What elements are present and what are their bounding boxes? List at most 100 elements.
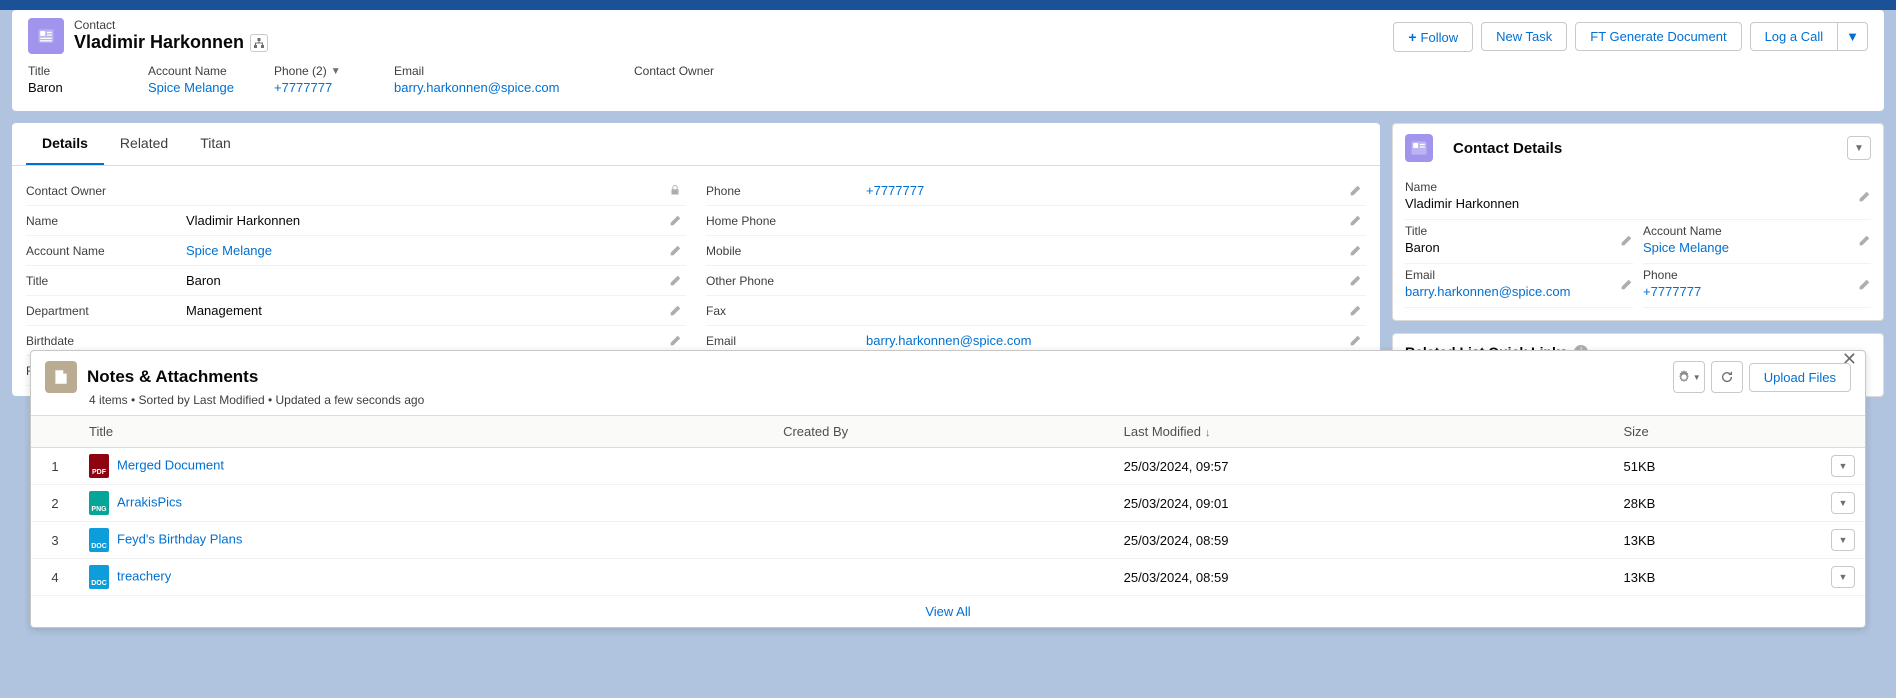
hf-email-link[interactable]: barry.harkonnen@spice.com: [394, 80, 594, 95]
row-created-by: [773, 559, 1114, 596]
hf-account-link[interactable]: Spice Melange: [148, 80, 234, 95]
hf-phone-label: Phone (2): [274, 64, 327, 78]
cd-account-label: Account Name: [1643, 224, 1871, 238]
cd-title-value: Baron: [1405, 240, 1633, 255]
lock-icon: [668, 184, 682, 198]
notes-attachments-title: Notes & Attachments: [87, 367, 258, 387]
hf-account-label: Account Name: [148, 64, 234, 78]
pencil-icon[interactable]: [668, 274, 682, 288]
log-a-call-button[interactable]: Log a Call: [1750, 22, 1839, 51]
row-last-modified: 25/03/2024, 08:59: [1114, 559, 1614, 596]
file-type-icon: PNG: [89, 491, 109, 515]
row-last-modified: 25/03/2024, 09:01: [1114, 485, 1614, 522]
view-all-link[interactable]: View All: [925, 604, 970, 619]
pencil-icon[interactable]: [1857, 190, 1871, 204]
d-account-link[interactable]: Spice Melange: [186, 243, 686, 258]
col-created-by[interactable]: Created By: [773, 416, 1114, 448]
panel-menu-button[interactable]: ▼: [1847, 136, 1871, 160]
table-row: 1PDFMerged Document25/03/2024, 09:5751KB…: [31, 448, 1865, 485]
tab-details[interactable]: Details: [26, 123, 104, 165]
pencil-icon[interactable]: [668, 214, 682, 228]
row-index: 1: [31, 448, 79, 485]
hf-email-label: Email: [394, 64, 594, 78]
upload-files-button[interactable]: Upload Files: [1749, 363, 1851, 392]
pencil-icon[interactable]: [1348, 334, 1362, 348]
file-title-link[interactable]: Merged Document: [117, 457, 224, 472]
new-task-button[interactable]: New Task: [1481, 22, 1567, 51]
pencil-icon[interactable]: [1348, 184, 1362, 198]
row-menu-button[interactable]: ▼: [1831, 529, 1855, 551]
sort-down-icon: ↓: [1205, 427, 1211, 439]
pencil-icon[interactable]: [1857, 234, 1871, 248]
row-menu-button[interactable]: ▼: [1831, 455, 1855, 477]
d-email-label: Email: [706, 334, 866, 348]
object-label: Contact: [74, 18, 268, 32]
pencil-icon[interactable]: [1619, 278, 1633, 292]
file-title-link[interactable]: treachery: [117, 568, 171, 583]
contact-details-title: Contact Details: [1453, 140, 1562, 157]
d-home-phone-label: Home Phone: [706, 214, 866, 228]
row-created-by: [773, 448, 1114, 485]
row-index: 4: [31, 559, 79, 596]
cd-email-link[interactable]: barry.harkonnen@spice.com: [1405, 284, 1570, 299]
row-size: 13KB: [1614, 559, 1822, 596]
pencil-icon[interactable]: [668, 244, 682, 258]
row-size: 51KB: [1614, 448, 1822, 485]
plus-icon: +: [1408, 29, 1416, 45]
file-title-link[interactable]: Feyd's Birthday Plans: [117, 531, 242, 546]
col-size[interactable]: Size: [1614, 416, 1822, 448]
pencil-icon[interactable]: [1348, 304, 1362, 318]
attachments-icon: [45, 361, 77, 393]
follow-button[interactable]: +Follow: [1393, 22, 1473, 52]
cd-name-label: Name: [1405, 180, 1871, 194]
row-index: 3: [31, 522, 79, 559]
row-menu-button[interactable]: ▼: [1831, 492, 1855, 514]
pencil-icon[interactable]: [1348, 214, 1362, 228]
pencil-icon[interactable]: [668, 304, 682, 318]
contact-icon: [28, 18, 64, 54]
hf-title-value: Baron: [28, 80, 108, 95]
contact-icon: [1405, 134, 1433, 162]
hierarchy-icon[interactable]: [250, 34, 268, 52]
row-created-by: [773, 485, 1114, 522]
pencil-icon[interactable]: [1619, 234, 1633, 248]
col-title[interactable]: Title: [79, 416, 773, 448]
d-department-value: Management: [186, 303, 686, 318]
d-email-link[interactable]: barry.harkonnen@spice.com: [866, 333, 1366, 348]
cd-title-label: Title: [1405, 224, 1633, 238]
cd-phone-label: Phone: [1643, 268, 1871, 282]
cd-email-label: Email: [1405, 268, 1633, 282]
d-birthdate-label: Birthdate: [26, 334, 186, 348]
pencil-icon[interactable]: [1348, 244, 1362, 258]
d-phone-label: Phone: [706, 184, 866, 198]
pencil-icon[interactable]: [668, 334, 682, 348]
col-last-modified[interactable]: Last Modified↓: [1114, 416, 1614, 448]
record-name: Vladimir Harkonnen: [74, 32, 244, 53]
d-mobile-label: Mobile: [706, 244, 866, 258]
refresh-button[interactable]: [1711, 361, 1743, 393]
file-title-link[interactable]: ArrakisPics: [117, 494, 182, 509]
file-type-icon: DOC: [89, 528, 109, 552]
col-index: [31, 416, 79, 448]
hf-phone-link[interactable]: +7777777: [274, 80, 354, 95]
more-actions-button[interactable]: ▼: [1838, 22, 1868, 51]
tab-related[interactable]: Related: [104, 123, 184, 165]
table-row: 4 DOC treachery 25/03/2024, 08:5913KB ▼: [31, 559, 1865, 596]
row-menu-button[interactable]: ▼: [1831, 566, 1855, 588]
chevron-down-icon[interactable]: ▼: [331, 66, 341, 77]
tab-titan[interactable]: Titan: [184, 123, 247, 165]
cd-phone-link[interactable]: +7777777: [1643, 284, 1701, 299]
d-name-value: Vladimir Harkonnen: [186, 213, 686, 228]
notes-subtitle: 4 items • Sorted by Last Modified • Upda…: [31, 393, 1865, 415]
d-phone-link[interactable]: +7777777: [866, 183, 1366, 198]
pencil-icon[interactable]: [1857, 278, 1871, 292]
d-fax-label: Fax: [706, 304, 866, 318]
ft-generate-button[interactable]: FT Generate Document: [1575, 22, 1741, 51]
pencil-icon[interactable]: [1348, 274, 1362, 288]
cd-account-link[interactable]: Spice Melange: [1643, 240, 1729, 255]
d-department-label: Department: [26, 304, 186, 318]
row-last-modified: 25/03/2024, 09:57: [1114, 448, 1614, 485]
file-type-icon: DOC: [89, 565, 109, 589]
row-index: 2: [31, 485, 79, 522]
settings-button[interactable]: ▼: [1673, 361, 1705, 393]
